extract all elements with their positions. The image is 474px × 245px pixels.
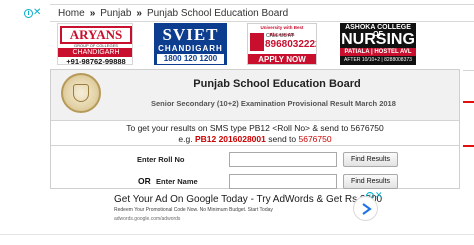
- ad-close-icon[interactable]: ✕: [375, 190, 383, 201]
- find-results-roll-button[interactable]: Find Results: [343, 152, 398, 167]
- info-icon[interactable]: i: [24, 9, 33, 18]
- apply-now-button[interactable]: APPLY NOW: [248, 54, 316, 64]
- roll-number-input[interactable]: [229, 152, 337, 167]
- sms-example-mid: send to: [268, 134, 297, 144]
- university-logo-icon: [250, 33, 264, 51]
- ad-arrow-button[interactable]: [353, 196, 378, 221]
- breadcrumb-home[interactable]: Home: [58, 8, 85, 19]
- ashoka-line3: PATIALA | HOSTEL AVL: [340, 48, 416, 56]
- page: i ✕ Home » Punjab » Punjab School Educat…: [0, 0, 474, 245]
- sviet-banner[interactable]: SVIET CHANDIGARH 1800 120 1200: [154, 23, 227, 65]
- result-header: Punjab School Education Board Senior Sec…: [51, 70, 459, 121]
- name-input[interactable]: [229, 174, 337, 189]
- university-phone: 8968032222: [265, 39, 317, 50]
- chevron-right-icon: [362, 203, 372, 215]
- board-emblem-icon: [61, 73, 101, 113]
- university-banner[interactable]: University with Best Placements CALL US …: [247, 23, 317, 65]
- board-title: Punjab School Education Board: [193, 78, 361, 90]
- ashoka-line4: AFTER 10/10+2 | 8288008373: [344, 57, 412, 63]
- exam-title: Senior Secondary (10+2) Examination Prov…: [151, 99, 396, 108]
- aryans-banner[interactable]: ARYANS GROUP OF COLLEGES CHANDIGARH +91-…: [57, 23, 133, 65]
- bottom-divider: [0, 234, 474, 235]
- aryans-city: CHANDIGARH: [58, 48, 132, 57]
- breadcrumb-separator: »: [136, 7, 142, 19]
- sidebar-divider: [463, 145, 474, 147]
- name-label: Enter Name: [156, 177, 198, 186]
- aryans-logo: ARYANS: [60, 26, 132, 44]
- roll-number-label: Enter Roll No: [137, 155, 185, 164]
- sviet-logo: SVIET: [162, 25, 219, 44]
- adchoices-icon[interactable]: i ✕: [24, 7, 41, 19]
- sidebar-strip: [463, 70, 474, 185]
- breadcrumb-separator: »: [89, 7, 96, 19]
- breadcrumb-punjab[interactable]: Punjab: [100, 8, 131, 19]
- roll-number-row: Enter Roll No Find Results: [51, 152, 459, 170]
- sidebar-divider: [463, 101, 474, 103]
- sms-example-code: PB12 2016028001: [194, 134, 266, 144]
- sms-example-prefix: e.g.: [178, 134, 193, 144]
- ad-description: Redeem Your Promotional Code Now. No Min…: [114, 207, 273, 213]
- aryans-phone: +91-98762-99888: [66, 57, 126, 65]
- sviet-phone: 1800 120 1200: [157, 54, 224, 64]
- result-panel: Punjab School Education Board Senior Sec…: [50, 69, 460, 189]
- name-row: OR Enter Name Find Results: [51, 174, 459, 192]
- banner-ads: ARYANS GROUP OF COLLEGES CHANDIGARH +91-…: [57, 23, 474, 65]
- ashoka-line2: NURSING: [341, 31, 415, 48]
- ad-url[interactable]: adwords.google.com/adwords: [114, 216, 180, 222]
- sviet-city: CHANDIGARH: [158, 44, 223, 53]
- close-icon[interactable]: ✕: [33, 7, 41, 18]
- university-header: University with Best Placements: [260, 25, 304, 37]
- or-label: OR: [138, 176, 151, 186]
- sms-instructions: To get your results on SMS type PB12 <Ro…: [51, 122, 459, 146]
- sms-example: e.g. PB12 2016028001 send to 5676750: [51, 134, 459, 144]
- sms-instruction-text: To get your results on SMS type PB12 <Ro…: [126, 123, 384, 133]
- text-ad[interactable]: Get Your Ad On Google Today - Try AdWord…: [113, 193, 385, 227]
- ashoka-banner[interactable]: ASHOKA COLLEGE OF NURSING PATIALA | HOST…: [340, 23, 416, 65]
- sms-example-number: 5676750: [298, 134, 332, 144]
- find-results-name-button[interactable]: Find Results: [343, 174, 398, 189]
- breadcrumb: Home » Punjab » Punjab School Education …: [50, 4, 474, 22]
- breadcrumb-current: Punjab School Education Board: [146, 7, 289, 19]
- ad-title[interactable]: Get Your Ad On Google Today - Try AdWord…: [114, 194, 382, 205]
